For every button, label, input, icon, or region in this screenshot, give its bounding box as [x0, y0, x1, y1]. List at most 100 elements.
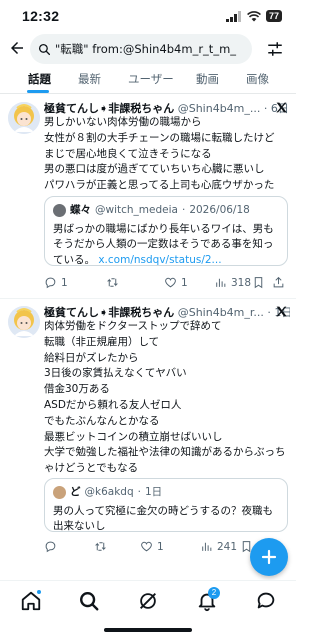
tweet-line: 転職（非正規雇用）して	[44, 335, 160, 348]
view-count: 241	[217, 540, 238, 553]
plus-icon	[261, 549, 277, 565]
quote-link[interactable]: x.com/nsdqv/status/2...	[98, 254, 221, 266]
home-badge-dot	[36, 589, 42, 595]
tab-top[interactable]: 話題	[28, 71, 51, 87]
tweet[interactable]: 極貧てんし➧非課税ちゃん @Shin4b4m_... · 6日 男しかいない肉体…	[0, 98, 296, 298]
search-query: "転職" from:@Shin4b4m_r_t_m_	[55, 42, 237, 56]
views-icon	[202, 542, 212, 551]
reply-icon	[45, 277, 56, 289]
tweet-line: ゃけどうとでもなる	[44, 462, 139, 475]
search-row: "転職" from:@Shin4b4m_r_t_m_	[0, 34, 296, 64]
like-count: 1	[157, 540, 164, 553]
x-logo-icon	[276, 102, 287, 113]
quote-line: そうだから人類の一定数はそうである事を知っ	[53, 238, 274, 250]
tweet-line: 男の悪口は度が過ぎてていちいち心臓に悪いし	[44, 163, 265, 176]
quote-date-separator: ·	[137, 486, 141, 498]
avatar[interactable]	[8, 102, 40, 134]
retweet-button[interactable]	[94, 540, 111, 553]
tweet-line: 男しかいない肉体労働の職場から	[44, 116, 202, 128]
like-button[interactable]: 1	[140, 540, 164, 553]
reply-icon	[45, 541, 56, 553]
tweet-text: 男しかいない肉体労働の職場から 女性が８割の大手チェーンの職場に転職したけど ま…	[44, 115, 288, 194]
share-icon[interactable]	[272, 276, 285, 289]
tab-latest[interactable]: 最新	[78, 71, 101, 87]
search-icon	[38, 43, 51, 55]
author-name[interactable]: 極貧てんし➧非課税ちゃん	[44, 306, 174, 319]
tweet-actions: 1 1 318	[44, 276, 288, 292]
back-arrow-icon[interactable]	[8, 39, 26, 57]
tab-people[interactable]: ユーザー	[128, 71, 174, 87]
tweet-line: まじで居心地良くて泣きそうになる	[44, 147, 212, 160]
quote-tweet[interactable]: ど @k6akdq · 1日 男の人って究極に金欠の時どうするの？夜職も 出来な…	[44, 478, 288, 532]
heart-icon	[141, 541, 152, 552]
author-handle[interactable]: @Shin4b4m_...	[178, 102, 261, 115]
quote-author-name: ど	[70, 486, 81, 498]
tweet[interactable]: 極貧てんし➧非課税ちゃん @Shin4b4m_r... · 1日 肉体労働をドク…	[0, 302, 296, 560]
tweet-line: 3日後の家賃払えなくてヤバい	[44, 367, 187, 380]
tweet-line: 借金30万ある	[44, 383, 110, 396]
quote-date-separator: ·	[181, 204, 186, 216]
search-input[interactable]: "転職" from:@Shin4b4m_r_t_m_	[30, 34, 252, 64]
time-separator: ·	[260, 102, 271, 115]
tweet-line: ASDだから頼れる友人ゼロ人	[44, 398, 182, 411]
quote-line: 男ばっかの職場にばかり長年いるワイは、男も	[53, 222, 274, 235]
reply-button[interactable]	[44, 540, 61, 553]
quote-author-handle: @k6akdq	[84, 486, 134, 498]
retweet-icon	[107, 278, 118, 287]
quote-author-name: 蝶々	[70, 204, 91, 216]
battery-indicator: 77	[265, 10, 282, 22]
search-tabs: 話題 最新 ユーザー 動画 画像	[0, 68, 296, 94]
views-button[interactable]: 318	[214, 276, 251, 289]
signal-icon	[225, 10, 241, 22]
author-name[interactable]: 極貧てんし➧非課税ちゃん	[44, 102, 174, 115]
tweet-header: 極貧てんし➧非課税ちゃん @Shin4b4m_... · 6日	[44, 100, 290, 116]
quote-author-handle: @witch_medeia	[95, 204, 178, 216]
quote-tweet[interactable]: 蝶々 @witch_medeia · 2026/06/18 男ばっかの職場にばか…	[44, 196, 288, 266]
notification-count-badge: 2	[208, 587, 220, 599]
tweet-line: 給料日がズレたから	[44, 351, 139, 364]
quote-line: 出来ないし	[53, 520, 106, 532]
home-indicator	[104, 628, 192, 632]
tab-images[interactable]: 画像	[246, 71, 269, 87]
tweet-line: 女性が８割の大手チェーンの職場に転職したけど	[44, 131, 275, 144]
tweet-line: 大学で勉強した福祉や法律の知識があるからぶっち	[44, 446, 286, 459]
status-icons: 77	[225, 10, 282, 22]
views-button[interactable]: 241	[200, 540, 237, 553]
bookmark-icon[interactable]	[252, 276, 265, 289]
search-icon[interactable]	[78, 590, 100, 612]
quote-avatar	[53, 486, 66, 500]
quote-date: 2026/06/18	[189, 204, 250, 216]
quote-header: 蝶々 @witch_medeia · 2026/06/18	[53, 203, 279, 219]
tweet-line: 最悪ビットコインの積立崩せばいいし	[44, 430, 223, 443]
tweet-line: 肉体労働をドクターストップで辞めて	[44, 320, 222, 332]
heart-icon	[165, 277, 176, 288]
compose-button[interactable]	[250, 538, 288, 576]
like-count: 1	[181, 276, 188, 289]
tweet-header: 極貧てんし➧非課税ちゃん @Shin4b4m_r... · 1日	[44, 304, 290, 320]
tweet-divider	[0, 298, 296, 299]
status-bar: 12:32 77	[0, 0, 296, 32]
reply-button[interactable]: 1	[44, 276, 68, 289]
like-button[interactable]: 1	[164, 276, 188, 289]
quote-header: ど @k6akdq · 1日	[53, 485, 279, 501]
search-filter-icon[interactable]	[266, 40, 284, 58]
grok-icon[interactable]	[137, 590, 159, 612]
quote-avatar	[53, 204, 66, 218]
tab-videos[interactable]: 動画	[196, 71, 219, 87]
quote-date: 1日	[144, 486, 163, 498]
author-handle[interactable]: @Shin4b4m_r...	[178, 306, 264, 319]
reply-count: 1	[61, 276, 68, 289]
messages-icon[interactable]	[255, 590, 277, 612]
active-tab-indicator	[27, 90, 49, 93]
x-logo-icon	[276, 306, 287, 317]
avatar[interactable]	[8, 306, 40, 338]
retweet-button[interactable]	[106, 276, 123, 289]
quote-line-text: ている。	[53, 253, 95, 266]
status-time: 12:32	[22, 8, 60, 24]
bottom-nav: 2	[0, 580, 296, 620]
time-separator: ·	[263, 306, 275, 319]
retweet-icon	[95, 542, 106, 551]
wifi-icon	[247, 10, 261, 21]
views-icon	[216, 278, 226, 287]
quote-line: 男の人って究極に金欠の時どうするの？夜職も	[53, 504, 273, 517]
